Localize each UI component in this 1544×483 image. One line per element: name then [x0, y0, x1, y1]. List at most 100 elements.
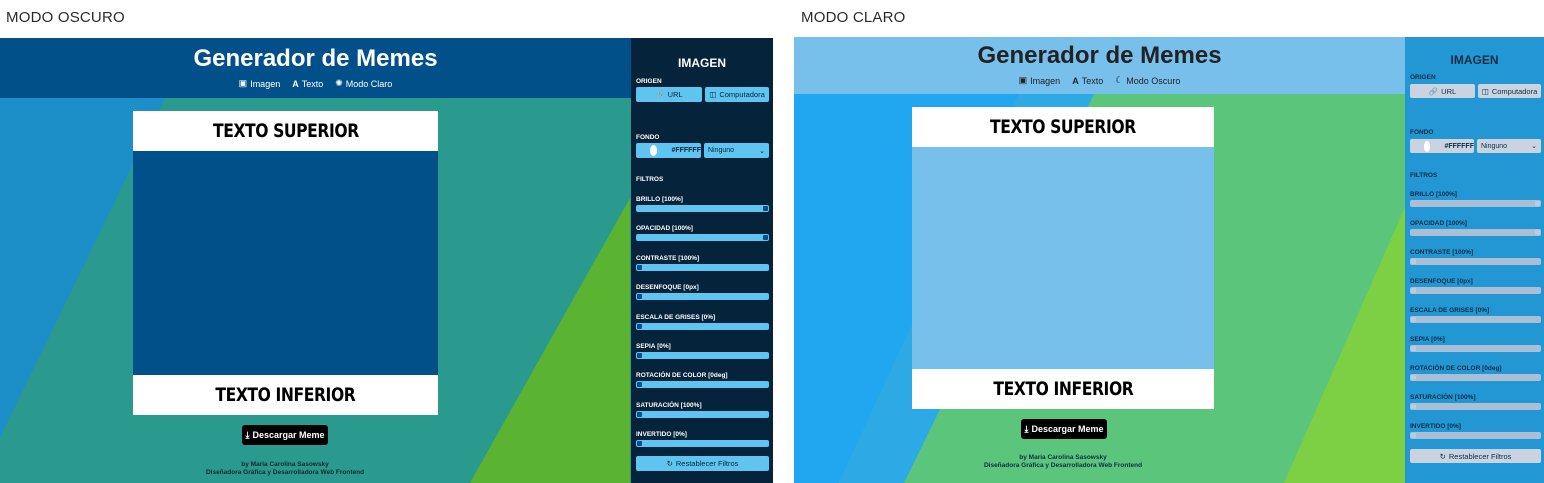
computer-button[interactable]: ◫ Computadora: [1478, 84, 1541, 98]
camera-icon: ▣: [1018, 75, 1028, 85]
nav-text-button[interactable]: A Texto: [292, 78, 323, 89]
blend-mode-value: Ninguno: [1481, 142, 1508, 150]
moon-icon: ☾: [1115, 75, 1124, 85]
link-icon: 🔗: [655, 90, 665, 99]
filter-slider[interactable]: [636, 234, 769, 242]
panel-title: IMAGEN: [1450, 53, 1499, 67]
credit-role: Diseñadora Gráfica y Desarrolladora Web …: [205, 469, 365, 476]
nav-image-label: Imagen: [250, 78, 281, 89]
filter-label: OPACIDAD [100%]: [1410, 220, 1467, 227]
filter-slider[interactable]: [636, 381, 769, 389]
reset-filters-button[interactable]: ↻ Restablecer Filtros: [636, 456, 769, 471]
color-value: #FFFFFF: [671, 147, 701, 154]
filter-slider-thumb[interactable]: [1411, 404, 1416, 409]
filter-label: SATURACIÓN [100%]: [636, 401, 702, 409]
filter-slider-thumb[interactable]: [637, 264, 642, 270]
monitor-icon: ◫: [709, 90, 717, 99]
filter-slider[interactable]: [1410, 316, 1541, 323]
nav-image-button[interactable]: ▣ Imagen: [1019, 75, 1061, 86]
blend-mode-select[interactable]: Ninguno ⌄: [1477, 139, 1541, 153]
link-icon: 🔗: [1428, 86, 1439, 96]
filter-slider[interactable]: [1410, 229, 1541, 236]
filter-slider[interactable]: [636, 352, 769, 359]
filter-slider-thumb[interactable]: [1411, 288, 1416, 293]
color-swatch: [650, 145, 658, 156]
filter-slider[interactable]: [1410, 345, 1541, 352]
filter-slider-thumb[interactable]: [1535, 201, 1540, 206]
origin-label: ORIGEN: [1410, 74, 1436, 81]
meme-top-text: TEXTO SUPERIOR: [912, 107, 1214, 147]
filter-slider[interactable]: [1410, 258, 1541, 265]
filter-label: INVERTIDO [0%]: [636, 431, 687, 439]
filters-label: FILTROS: [636, 176, 664, 183]
filter-label: ESCALA DE GRISES [0%]: [1410, 307, 1490, 314]
filter-slider-thumb[interactable]: [1411, 375, 1416, 380]
theme-toggle-button[interactable]: ✺ Modo Claro: [335, 78, 392, 89]
filter-slider-thumb[interactable]: [1411, 317, 1416, 322]
filter-slider-thumb[interactable]: [763, 235, 768, 241]
color-value: #FFFFFF: [1444, 142, 1474, 150]
filter-slider[interactable]: [1410, 432, 1541, 439]
filter-slider[interactable]: [636, 263, 769, 271]
app-header: Generador de Memes ▣ Imagen A Texto ✺ Modo …: [0, 38, 631, 98]
meme-canvas: TEXTO SUPERIOR TEXTO INFERIOR: [912, 107, 1214, 409]
filter-slider-thumb[interactable]: [637, 294, 642, 300]
background-color-picker[interactable]: #FFFFFF: [1410, 139, 1474, 153]
url-button[interactable]: 🔗 URL: [1410, 84, 1475, 98]
credit-role: Diseñadora Gráfica y Desarrolladora Web …: [983, 462, 1143, 469]
nav-image-button[interactable]: ▣ Imagen: [239, 78, 281, 89]
filter-slider[interactable]: [1410, 403, 1541, 410]
filter-slider-thumb[interactable]: [1411, 433, 1416, 438]
meme-canvas: TEXTO SUPERIOR TEXTO INFERIOR: [133, 111, 438, 415]
filter-label: DESENFOQUE [0px]: [636, 284, 699, 292]
theme-toggle-label: Modo Claro: [345, 78, 393, 89]
text-icon: A: [1072, 75, 1079, 86]
filter-slider[interactable]: [636, 410, 769, 418]
meme-image-area: [133, 151, 438, 375]
reset-icon: ↻: [666, 459, 673, 468]
filter-label: SEPIA [0%]: [1410, 336, 1445, 343]
filter-slider[interactable]: [636, 205, 769, 212]
light-mode-caption: MODO CLARO: [801, 9, 906, 26]
download-meme-button[interactable]: ⤓ Descargar Meme: [1021, 419, 1107, 439]
reset-filters-label: Restablecer Filtros: [675, 459, 739, 468]
reset-filters-button[interactable]: ↻ Restablecer Filtros: [1410, 449, 1541, 463]
credit-author: by Maria Carolina Sasowsky: [1019, 454, 1107, 461]
nav-text-button[interactable]: A Texto: [1072, 75, 1103, 86]
url-button[interactable]: 🔗 URL: [636, 87, 702, 102]
filter-label: ROTACIÓN DE COLOR [0deg]: [636, 372, 728, 380]
theme-toggle-button[interactable]: ☾ Modo Oscuro: [1115, 75, 1180, 86]
filter-slider-thumb[interactable]: [637, 382, 642, 388]
download-meme-button[interactable]: ⤓ Descargar Meme: [242, 425, 328, 445]
meme-image-area: [912, 147, 1214, 369]
filter-slider-thumb[interactable]: [1535, 230, 1540, 235]
theme-toggle-label: Modo Oscuro: [1126, 75, 1181, 86]
filter-label: BRILLO [100%]: [1410, 191, 1457, 198]
meme-bottom-text: TEXTO INFERIOR: [912, 369, 1214, 409]
filter-slider[interactable]: [1410, 374, 1541, 381]
download-label: Descargar Meme: [1031, 424, 1104, 434]
filter-slider-thumb[interactable]: [1411, 259, 1416, 264]
blend-mode-select[interactable]: Ninguno ⌄: [704, 143, 769, 158]
filter-slider[interactable]: [636, 322, 769, 330]
filter-slider[interactable]: [636, 293, 769, 301]
computer-button[interactable]: ◫ Computadora: [705, 87, 769, 102]
filter-slider-thumb[interactable]: [637, 441, 642, 447]
filter-slider-thumb[interactable]: [1411, 346, 1416, 351]
app-title: Generador de Memes: [977, 42, 1222, 69]
filter-slider[interactable]: [636, 440, 769, 448]
filter-slider-thumb[interactable]: [637, 411, 642, 417]
monitor-icon: ◫: [1481, 86, 1489, 96]
filter-slider-thumb[interactable]: [637, 353, 642, 358]
filters-label: FILTROS: [1410, 172, 1438, 179]
reset-filters-label: Restablecer Filtros: [1448, 451, 1512, 461]
filter-slider-thumb[interactable]: [763, 206, 768, 211]
filter-label: SATURACIÓN [100%]: [1410, 394, 1476, 401]
sun-icon: ✺: [335, 78, 343, 88]
filter-slider-thumb[interactable]: [637, 323, 642, 329]
background-color-picker[interactable]: #FFFFFF: [636, 143, 701, 158]
download-icon: ⤓: [245, 429, 250, 440]
filter-slider[interactable]: [1410, 200, 1541, 207]
filter-slider[interactable]: [1410, 287, 1541, 294]
nav-image-label: Imagen: [1030, 75, 1061, 86]
